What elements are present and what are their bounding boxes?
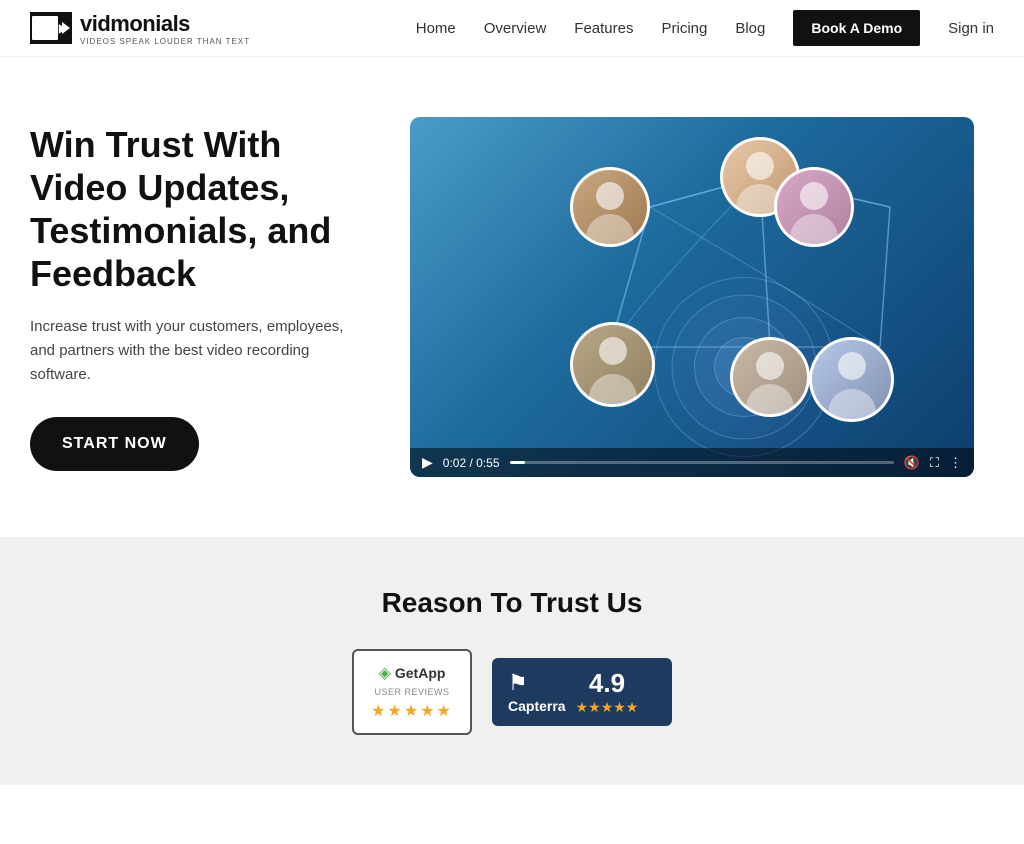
more-options-icon[interactable]: ⋮	[949, 455, 962, 471]
book-demo-button[interactable]: Book A Demo	[793, 10, 920, 46]
capterra-badge: ⚑ Capterra 4.9 ★★★★★	[492, 658, 672, 726]
getapp-badge: ◈ GetApp USER REVIEWS ★★★★★	[352, 649, 472, 735]
video-timestamp: 0:02 / 0:55	[443, 456, 500, 470]
getapp-stars: ★★★★★	[371, 701, 453, 721]
trust-title: Reason To Trust Us	[30, 587, 994, 619]
main-nav: Home Overview Features Pricing Blog Book…	[416, 10, 994, 46]
nav-home[interactable]: Home	[416, 20, 456, 37]
logo: vidmonials VIDEOS SPEAK LOUDER THAN TEXT	[30, 11, 250, 46]
video-controls-bar: ▶ 0:02 / 0:55 🔇 ⛶ ⋮	[410, 448, 974, 477]
video-progress-fill	[510, 461, 525, 464]
nav-blog[interactable]: Blog	[735, 20, 765, 37]
video-player[interactable]: ▶ 0:02 / 0:55 🔇 ⛶ ⋮	[410, 117, 974, 477]
avatar-node-3	[774, 167, 854, 247]
sign-in-link[interactable]: Sign in	[948, 20, 994, 37]
avatar-node-1	[570, 167, 650, 247]
getapp-sub-label: USER REVIEWS	[374, 687, 449, 697]
getapp-logo-icon: ◈	[379, 663, 391, 683]
getapp-header: ◈ GetApp	[379, 663, 446, 683]
hero-section: Win Trust With Video Updates, Testimonia…	[0, 57, 1024, 537]
capterra-stars: ★★★★★	[576, 699, 639, 716]
hero-heading: Win Trust With Video Updates, Testimonia…	[30, 123, 370, 296]
trust-badges-container: ◈ GetApp USER REVIEWS ★★★★★ ⚑ Capterra 4…	[30, 649, 994, 735]
logo-tagline: VIDEOS SPEAK LOUDER THAN TEXT	[80, 37, 250, 46]
logo-name: vidmonials	[80, 11, 250, 37]
capterra-score: 4.9	[589, 668, 625, 699]
start-now-button[interactable]: START NOW	[30, 417, 199, 471]
nav-features[interactable]: Features	[574, 20, 633, 37]
avatar-node-6	[809, 337, 894, 422]
network-lines	[410, 117, 974, 477]
capterra-name: Capterra	[508, 698, 566, 714]
capterra-icon: ⚑	[508, 670, 528, 696]
hero-subtext: Increase trust with your customers, empl…	[30, 315, 370, 387]
getapp-name: GetApp	[395, 665, 446, 681]
nav-pricing[interactable]: Pricing	[661, 20, 707, 37]
avatar-node-5	[730, 337, 810, 417]
logo-text: vidmonials VIDEOS SPEAK LOUDER THAN TEXT	[80, 11, 250, 46]
mute-icon[interactable]: 🔇	[904, 455, 920, 471]
video-progress-bar[interactable]	[510, 461, 894, 464]
header: vidmonials VIDEOS SPEAK LOUDER THAN TEXT…	[0, 0, 1024, 57]
logo-icon	[30, 12, 72, 44]
video-control-icons: 🔇 ⛶ ⋮	[904, 455, 962, 471]
video-content	[410, 117, 974, 477]
avatar-node-4	[570, 322, 655, 407]
hero-text-block: Win Trust With Video Updates, Testimonia…	[30, 123, 370, 472]
capterra-left: ⚑ Capterra	[508, 670, 566, 714]
play-button-icon[interactable]: ▶	[422, 454, 433, 471]
fullscreen-icon[interactable]: ⛶	[930, 455, 939, 471]
capterra-right: 4.9 ★★★★★	[576, 668, 639, 716]
trust-section: Reason To Trust Us ◈ GetApp USER REVIEWS…	[0, 537, 1024, 785]
nav-overview[interactable]: Overview	[484, 20, 547, 37]
